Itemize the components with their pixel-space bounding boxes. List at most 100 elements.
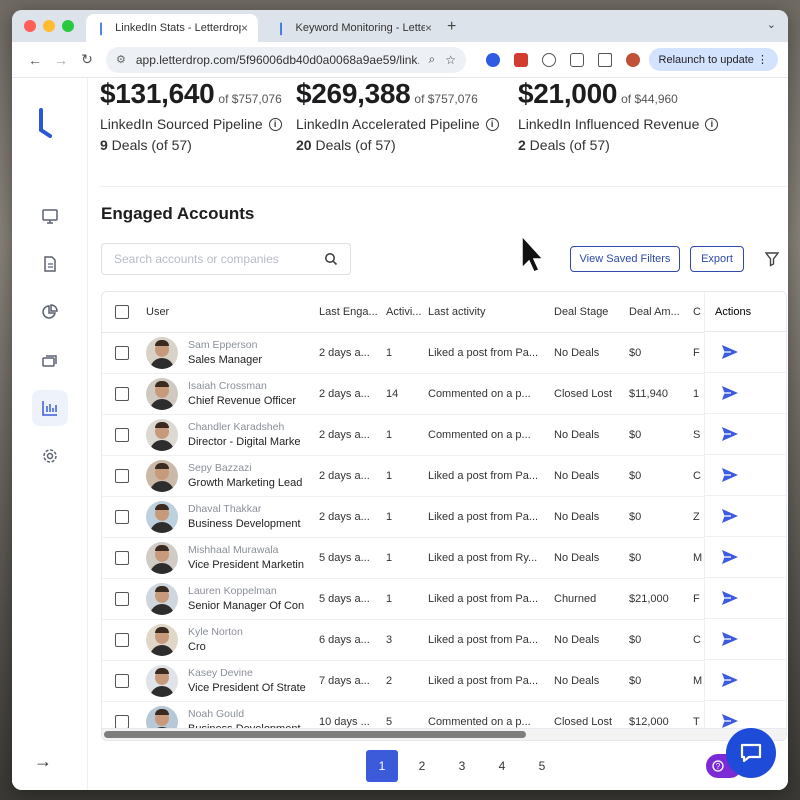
send-icon[interactable] [721,590,739,606]
column-user[interactable]: User [146,292,319,333]
column-activity[interactable]: Activi... [386,292,428,333]
chat-button[interactable] [726,728,776,778]
close-tab-icon[interactable]: × [241,21,248,35]
last-activity-cell[interactable]: Liked a post from Pa... [428,455,554,497]
horizontal-scrollbar[interactable] [102,728,786,740]
close-tab-icon[interactable]: × [425,21,432,35]
search-input[interactable] [114,252,324,266]
table-row[interactable]: Isaiah Crossman Chief Revenue Officer 2 … [102,373,786,415]
filter-icon[interactable] [764,251,780,267]
cast-icon[interactable] [598,52,612,67]
user-cell[interactable]: Dhaval Thakkar Business Development [146,500,315,533]
row-checkbox[interactable] [115,386,129,401]
last-activity-cell[interactable]: Liked a post from Ry... [428,537,554,579]
user-name[interactable]: Sepy Bazzazi [188,462,302,474]
user-cell[interactable]: Mishhaal Murawala Vice President Marketi… [146,541,315,574]
user-cell[interactable]: Kasey Devine Vice President Of Strate [146,664,315,697]
sidebar-item-settings[interactable] [32,438,68,474]
last-activity-cell[interactable]: Liked a post from Pa... [428,332,554,374]
info-icon[interactable]: i [705,117,719,131]
info-icon[interactable]: i [268,117,282,131]
expand-sidebar-arrow-icon[interactable]: → [34,751,52,772]
last-activity-cell[interactable]: Liked a post from Pa... [428,619,554,661]
user-cell[interactable]: Sepy Bazzazi Growth Marketing Lead [146,459,315,492]
user-name[interactable]: Kasey Devine [188,667,306,679]
row-checkbox[interactable] [115,550,129,565]
table-row[interactable]: Kasey Devine Vice President Of Strate 7 … [102,660,786,702]
table-row[interactable]: Chandler Karadsheh Director - Digital Ma… [102,414,786,456]
user-name[interactable]: Chandler Karadsheh [188,421,300,433]
page-2-button[interactable]: 2 [406,750,438,782]
extensions-puzzle-icon[interactable] [570,52,584,67]
profile-avatar[interactable] [626,52,640,67]
last-activity-cell[interactable]: Liked a post from Pa... [428,660,554,702]
letterdrop-logo-icon[interactable] [38,108,52,138]
page-5-button[interactable]: 5 [526,750,558,782]
send-icon[interactable] [721,713,739,729]
maximize-window-button[interactable] [62,20,74,32]
search-box[interactable] [101,243,351,275]
row-checkbox[interactable] [115,345,129,360]
extension-red-icon[interactable] [514,52,528,67]
column-deal-amount[interactable]: Deal Am... [629,292,693,333]
user-name[interactable]: Lauren Koppelman [188,585,304,597]
url-text[interactable]: app.letterdrop.com/5f96006db40d0a0068a9a… [136,53,419,67]
scrollbar-thumb[interactable] [104,731,526,738]
send-icon[interactable] [721,344,739,360]
user-name[interactable]: Isaiah Crossman [188,380,296,392]
row-checkbox[interactable] [115,714,129,729]
address-bar[interactable]: ⚙ app.letterdrop.com/5f96006db40d0a0068a… [106,46,466,73]
row-checkbox[interactable] [115,468,129,483]
sidebar-item-documents[interactable] [32,246,68,282]
table-row[interactable]: Sam Epperson Sales Manager 2 days a... 1… [102,332,786,374]
page-4-button[interactable]: 4 [486,750,518,782]
reload-icon[interactable]: ↻ [74,51,100,68]
forward-icon[interactable]: → [48,52,74,68]
close-window-button[interactable] [24,20,36,32]
table-row[interactable]: Lauren Koppelman Senior Manager Of Con 5… [102,578,786,620]
page-1-button[interactable]: 1 [366,750,398,782]
table-row[interactable]: Kyle Norton Cro 6 days a... 3 Liked a po… [102,619,786,661]
new-tab-icon[interactable]: + [447,18,456,36]
user-cell[interactable]: Kyle Norton Cro [146,623,315,656]
user-cell[interactable]: Chandler Karadsheh Director - Digital Ma… [146,418,315,451]
table-row[interactable]: Mishhaal Murawala Vice President Marketi… [102,537,786,579]
column-last-activity[interactable]: Last activity [428,292,554,333]
send-icon[interactable] [721,672,739,688]
user-name[interactable]: Mishhaal Murawala [188,544,304,556]
row-checkbox[interactable] [115,427,129,442]
user-name[interactable]: Kyle Norton [188,626,243,638]
column-last-engaged[interactable]: Last Enga... [319,292,386,333]
relaunch-button[interactable]: Relaunch to update ⋮ [648,48,778,71]
page-3-button[interactable]: 3 [446,750,478,782]
minimize-window-button[interactable] [43,20,55,32]
last-activity-cell[interactable]: Commented on a p... [428,414,554,456]
row-checkbox[interactable] [115,673,129,688]
user-cell[interactable]: Lauren Koppelman Senior Manager Of Con [146,582,315,615]
user-name[interactable]: Dhaval Thakkar [188,503,301,515]
send-icon[interactable] [721,385,739,401]
send-icon[interactable] [721,426,739,442]
column-deal-stage[interactable]: Deal Stage [554,292,629,333]
view-saved-filters-button[interactable]: View Saved Filters [570,246,680,272]
back-icon[interactable]: ← [22,52,48,68]
user-name[interactable]: Sam Epperson [188,339,262,351]
user-cell[interactable]: Sam Epperson Sales Manager [146,336,315,369]
tab-search-chevron-icon[interactable]: ⌄ [767,18,776,31]
tab-linkedin-stats[interactable]: ❘ LinkedIn Stats - Letterdrop | × [86,14,258,42]
bookmark-star-icon[interactable]: ☆ [445,53,456,67]
row-checkbox[interactable] [115,591,129,606]
info-icon[interactable]: i [485,117,499,131]
table-row[interactable]: Dhaval Thakkar Business Development 2 da… [102,496,786,538]
last-activity-cell[interactable]: Commented on a p... [428,373,554,415]
send-icon[interactable] [721,549,739,565]
user-cell[interactable]: Isaiah Crossman Chief Revenue Officer [146,377,315,410]
last-activity-cell[interactable]: Liked a post from Pa... [428,496,554,538]
site-info-icon[interactable]: ⚙ [116,53,126,66]
sidebar-item-campaigns[interactable] [32,342,68,378]
extension-eye-icon[interactable] [542,52,556,67]
last-activity-cell[interactable]: Liked a post from Pa... [428,578,554,620]
tab-keyword-monitoring[interactable]: ❘ Keyword Monitoring - Letter × [266,14,442,42]
sidebar-item-analytics[interactable] [32,294,68,330]
select-all-checkbox[interactable] [115,304,129,319]
